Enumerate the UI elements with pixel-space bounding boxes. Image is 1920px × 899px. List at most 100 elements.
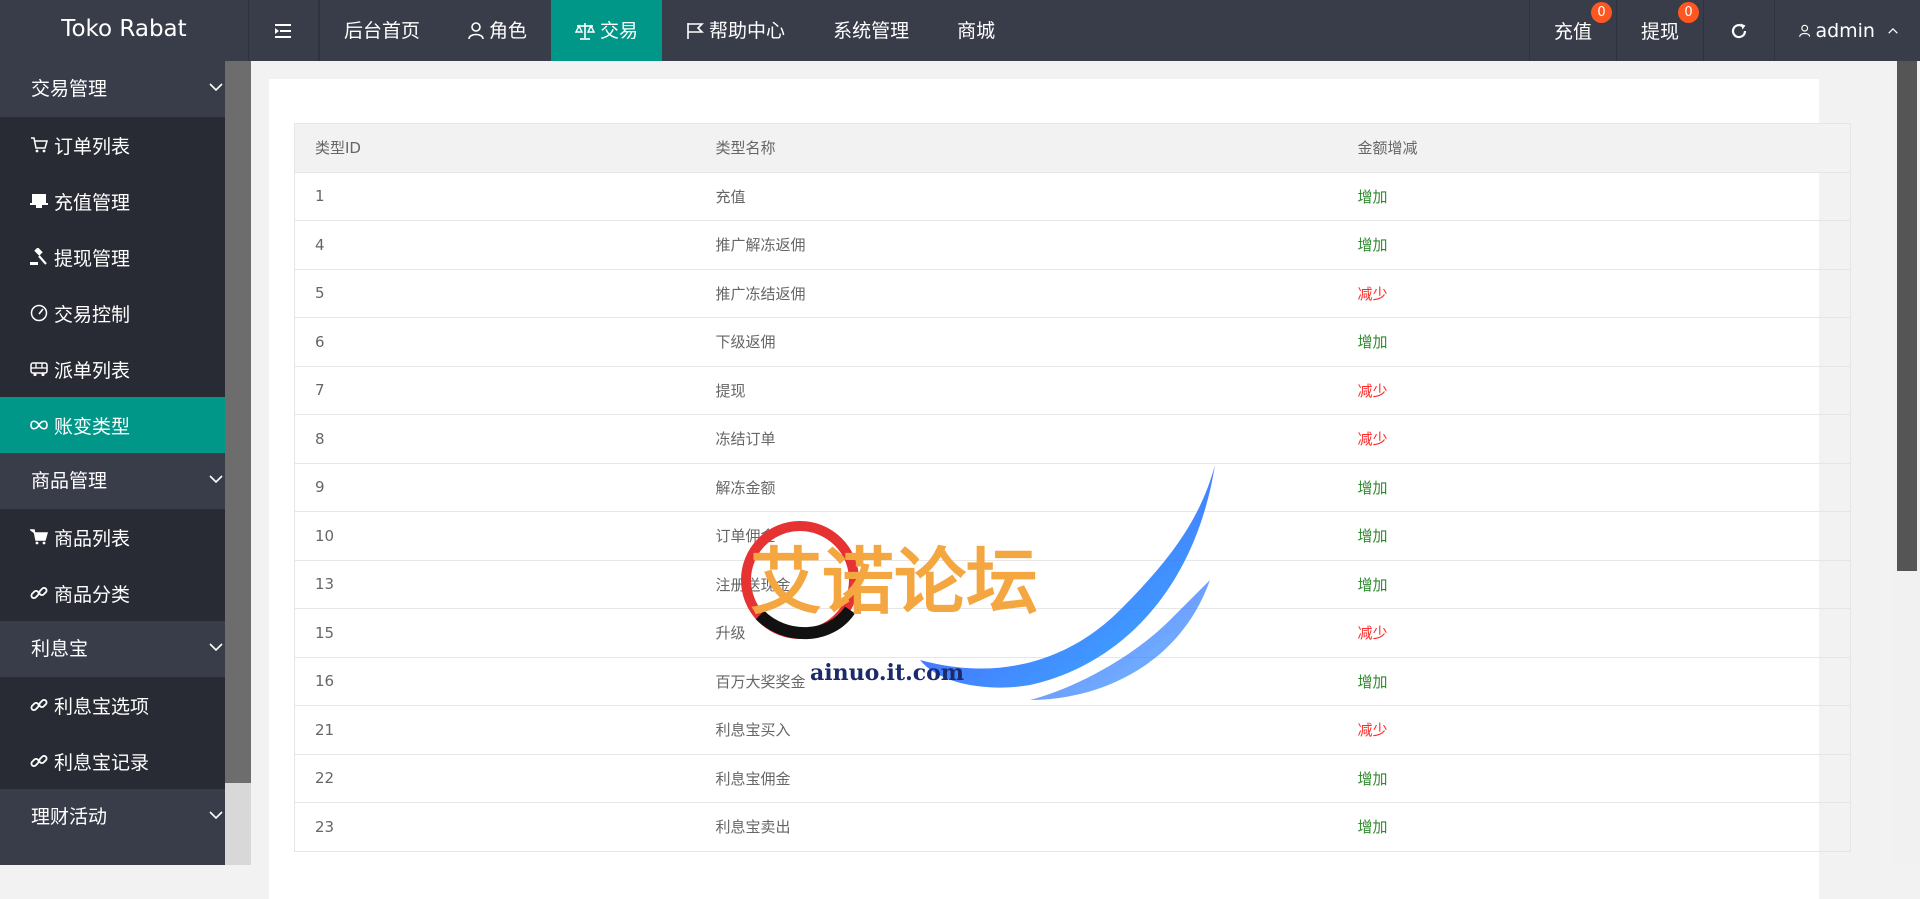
sidebar-item-interest-options[interactable]: 利息宝选项 — [0, 677, 225, 733]
user-menu[interactable]: admin — [1774, 0, 1920, 61]
nav-label: 商城 — [957, 19, 996, 42]
sidebar-item-goods-category[interactable]: 商品分类 — [0, 565, 225, 621]
cell-type-name: 注册送现金 — [715, 559, 1358, 609]
cell-amount-change: 增加 — [1357, 656, 1851, 706]
table-row: 10 订单佣金 增加 — [294, 511, 1851, 561]
table-row: 13 注册送现金 增加 — [294, 559, 1851, 609]
sidebar-item-label: 交易控制 — [54, 303, 131, 326]
sidebar-group-label: 利息宝 — [31, 638, 89, 660]
sidebar-item-label: 派单列表 — [54, 359, 131, 382]
top-header: Toko Rabat 后台首页 角色 交易 帮助中心 系统管理 商城 充值 0 … — [0, 0, 1920, 61]
withdraw-label: 提现 — [1640, 21, 1679, 43]
chevron-down-icon — [209, 475, 223, 484]
cell-type-id: 5 — [294, 268, 716, 318]
table-row: 6 下级返佣 增加 — [294, 317, 1851, 367]
table-row: 21 利息宝买入 减少 — [294, 705, 1851, 755]
cell-type-id: 22 — [294, 753, 716, 803]
sidebar-group-finance[interactable]: 理财活动 — [0, 789, 225, 845]
chevron-up-icon — [1888, 27, 1898, 34]
cart-icon — [30, 529, 48, 545]
scale-icon — [575, 22, 596, 40]
cell-amount-change: 增加 — [1357, 462, 1851, 512]
table-row: 23 利息宝卖出 增加 — [294, 802, 1851, 852]
cell-type-id: 6 — [294, 317, 716, 367]
table-row: 8 冻结订单 减少 — [294, 414, 1851, 464]
table-row: 22 利息宝佣金 增加 — [294, 753, 1851, 803]
cell-type-name: 冻结订单 — [715, 414, 1358, 464]
change-type-table: 类型ID 类型名称 金额增减 1 充值 增加 4 推广解冻返佣 增加 5 推广冻结返佣 减少 6 下… — [294, 123, 1851, 852]
chevron-down-icon — [209, 83, 223, 92]
sidebar-item-recharge[interactable]: 充值管理 — [0, 173, 225, 229]
sidebar: 交易管理 订单列表 充值管理 提现管理 交易控制 派单列表 账变类型 商品管理 … — [0, 61, 225, 865]
cell-amount-change: 增加 — [1357, 317, 1851, 367]
table-header-row: 类型ID 类型名称 金额增减 — [294, 123, 1851, 173]
sidebar-item-label: 订单列表 — [54, 135, 131, 158]
infinity-icon — [30, 420, 48, 430]
main-content: 类型ID 类型名称 金额增减 1 充值 增加 4 推广解冻返佣 增加 5 推广冻结返佣 减少 6 下… — [251, 61, 1894, 899]
sidebar-group-goods[interactable]: 商品管理 — [0, 453, 225, 509]
withdraw-button[interactable]: 提现 0 — [1615, 0, 1703, 61]
sidebar-group-label: 交易管理 — [31, 78, 108, 100]
sidebar-item-label: 利息宝选项 — [54, 695, 150, 718]
gavel-icon — [30, 248, 47, 265]
cell-type-name: 利息宝佣金 — [715, 753, 1358, 803]
nav-item-home[interactable]: 后台首页 — [319, 0, 444, 61]
sidebar-item-withdraw[interactable]: 提现管理 — [0, 229, 225, 285]
recharge-button[interactable]: 充值 0 — [1528, 0, 1616, 61]
sidebar-item-interest-records[interactable]: 利息宝记录 — [0, 733, 225, 789]
nav-item-trade[interactable]: 交易 — [551, 0, 663, 61]
table-row: 15 升级 减少 — [294, 608, 1851, 658]
cell-type-id: 23 — [294, 802, 716, 852]
nav-item-system[interactable]: 系统管理 — [809, 0, 933, 61]
cell-type-id: 21 — [294, 705, 716, 755]
sidebar-item-label: 充值管理 — [54, 191, 131, 214]
cell-amount-change: 减少 — [1357, 365, 1851, 415]
sidebar-item-dispatch[interactable]: 派单列表 — [0, 341, 225, 397]
cell-type-id: 10 — [294, 511, 716, 561]
link-icon — [30, 587, 48, 599]
chevron-down-icon — [209, 811, 223, 820]
cell-type-id: 15 — [294, 608, 716, 658]
cell-type-name: 推广解冻返佣 — [715, 220, 1358, 270]
nav-item-mall[interactable]: 商城 — [933, 0, 1019, 61]
page-scrollbar-thumb[interactable] — [1897, 61, 1917, 571]
recharge-label: 充值 — [1553, 21, 1592, 43]
cell-amount-change: 增加 — [1357, 753, 1851, 803]
sidebar-group-interest[interactable]: 利息宝 — [0, 621, 225, 677]
content-card: 类型ID 类型名称 金额增减 1 充值 增加 4 推广解冻返佣 增加 5 推广冻结返佣 减少 6 下… — [269, 79, 1851, 899]
cell-type-id: 1 — [294, 171, 716, 221]
nav-item-help[interactable]: 帮助中心 — [662, 0, 809, 61]
sidebar-item-change-types[interactable]: 账变类型 — [0, 397, 225, 453]
cell-type-name: 下级返佣 — [715, 317, 1358, 367]
sidebar-item-label: 利息宝记录 — [54, 751, 150, 774]
table-row: 9 解冻金额 增加 — [294, 462, 1851, 512]
nav-label: 后台首页 — [344, 19, 421, 42]
cell-type-name: 利息宝买入 — [715, 705, 1358, 755]
user-icon — [468, 21, 484, 39]
sidebar-item-goods-list[interactable]: 商品列表 — [0, 509, 225, 565]
menu-toggle-button[interactable] — [248, 0, 319, 61]
sidebar-item-orders[interactable]: 订单列表 — [0, 117, 225, 173]
refresh-button[interactable] — [1703, 0, 1774, 61]
table-row: 4 推广解冻返佣 增加 — [294, 220, 1851, 270]
table-row: 7 提现 减少 — [294, 365, 1851, 415]
cell-type-name: 解冻金额 — [715, 462, 1358, 512]
top-nav: 后台首页 角色 交易 帮助中心 系统管理 商城 — [248, 0, 1019, 61]
sidebar-group-label: 理财活动 — [31, 806, 108, 828]
app-logo[interactable]: Toko Rabat — [0, 0, 248, 61]
sidebar-item-trade-control[interactable]: 交易控制 — [0, 285, 225, 341]
cell-amount-change: 增加 — [1357, 559, 1851, 609]
nav-label: 交易 — [600, 19, 639, 42]
sidebar-group-label: 商品管理 — [31, 470, 108, 492]
sidebar-group-trade[interactable]: 交易管理 — [0, 61, 225, 117]
gauge-icon — [30, 304, 48, 322]
column-header-name: 类型名称 — [715, 123, 1358, 173]
recharge-count-badge: 0 — [1590, 2, 1612, 23]
cell-type-name: 充值 — [715, 171, 1358, 221]
flag-icon — [687, 22, 704, 39]
nav-label: 帮助中心 — [709, 19, 786, 42]
column-header-change: 金额增减 — [1357, 123, 1851, 173]
cell-type-id: 4 — [294, 220, 716, 270]
nav-item-roles[interactable]: 角色 — [444, 0, 551, 61]
cell-type-name: 升级 — [715, 608, 1358, 658]
